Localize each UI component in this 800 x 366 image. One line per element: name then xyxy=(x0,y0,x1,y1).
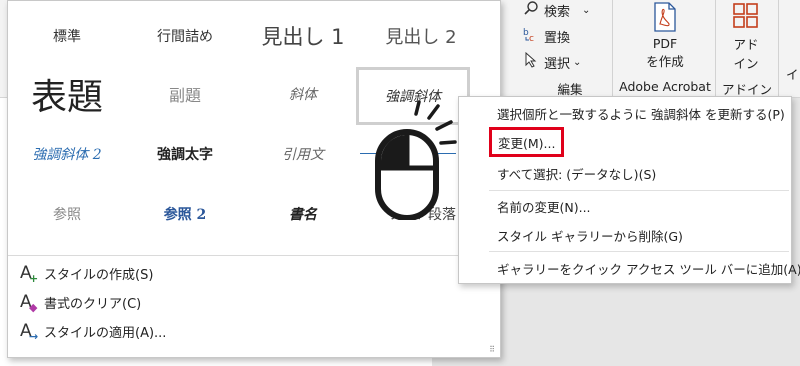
clear-formatting-label: 書式のクリア(C) xyxy=(44,296,142,312)
select-cursor-icon xyxy=(522,51,540,72)
addin-button[interactable]: アド イン xyxy=(724,2,768,74)
style-subtle-emphasis[interactable]: 斜体 xyxy=(244,65,362,123)
cut-off-label: イ xyxy=(786,67,799,82)
gallery-divider xyxy=(8,255,500,256)
style-title[interactable]: 表題 xyxy=(8,65,126,123)
search-label: 検索 xyxy=(544,4,571,20)
style-no-spacing[interactable]: 行間詰め xyxy=(126,7,244,65)
resize-grip-icon[interactable]: ⠿ xyxy=(489,345,495,354)
addin-button-line2: イン xyxy=(733,56,759,71)
style-strong[interactable]: 強調太字 xyxy=(126,125,244,183)
addin-button-line1: アド xyxy=(733,37,759,52)
svg-text:c: c xyxy=(529,34,534,42)
group-divider xyxy=(715,0,716,96)
menu-item-modify[interactable]: 変更(M)... xyxy=(489,127,565,157)
clear-formatting-icon: A ◆ xyxy=(20,292,38,314)
select-button[interactable]: 選択 ⌄ xyxy=(522,51,582,72)
style-book-title[interactable]: 書名 xyxy=(244,185,362,243)
search-button[interactable]: 検索 ⌄ xyxy=(522,0,590,20)
group-divider xyxy=(778,0,779,96)
menu-item-rename[interactable]: 名前の変更(N)... xyxy=(497,195,591,217)
menu-separator xyxy=(489,251,789,252)
create-style-icon: A + xyxy=(20,263,39,285)
replace-icon: bc xyxy=(522,26,540,46)
menu-item-update-to-match[interactable]: 選択個所と一致するように 強調斜体 を更新する(P) xyxy=(497,102,785,124)
style-intense-emphasis[interactable]: 強調斜体 2 xyxy=(8,125,126,183)
group-divider xyxy=(612,0,613,96)
chevron-down-icon: ⌄ xyxy=(573,56,582,68)
adobe-group-label: Adobe Acrobat xyxy=(619,79,711,94)
create-pdf-button[interactable]: PDF を作成 xyxy=(630,2,700,74)
create-style-label: スタイルの作成(S) xyxy=(44,267,154,283)
menu-item-remove-from-gallery[interactable]: スタイル ギャラリーから削除(G) xyxy=(497,224,683,246)
style-heading-2[interactable]: 見出し 2 xyxy=(362,7,480,65)
style-subtle-reference[interactable]: 参照 xyxy=(8,185,126,243)
style-quote[interactable]: 引用文 xyxy=(244,125,362,183)
select-label: 選択 xyxy=(544,56,571,72)
pdf-icon xyxy=(653,2,677,32)
addin-grid-icon xyxy=(732,2,760,30)
style-intense-reference[interactable]: 参照 2 xyxy=(126,185,244,243)
style-context-menu: 選択個所と一致するように 強調斜体 を更新する(P) 変更(M)... すべて選… xyxy=(458,96,800,284)
menu-separator xyxy=(489,190,789,191)
chevron-down-icon: ⌄ xyxy=(582,4,591,16)
style-normal[interactable]: 標準 xyxy=(8,7,126,65)
pdf-button-line1: PDF xyxy=(652,36,678,51)
replace-button[interactable]: bc 置換 xyxy=(522,26,570,46)
menu-item-select-all[interactable]: すべて選択: (データなし)(S) xyxy=(497,162,656,184)
apply-styles-label: スタイルの適用(A)... xyxy=(44,325,167,341)
menu-item-add-to-quick-access[interactable]: ギャラリーをクイック アクセス ツール バーに追加(A) xyxy=(497,257,800,279)
search-icon xyxy=(522,0,540,20)
style-subtitle[interactable]: 副題 xyxy=(126,65,244,123)
create-style-command[interactable]: A + スタイルの作成(S) xyxy=(20,262,154,285)
style-heading-1[interactable]: 見出し 1 xyxy=(244,7,362,65)
apply-styles-command[interactable]: A → スタイルの適用(A)... xyxy=(20,320,167,343)
apply-styles-icon: A → xyxy=(20,321,39,343)
replace-label: 置換 xyxy=(544,30,571,46)
clear-formatting-command[interactable]: A ◆ 書式のクリア(C) xyxy=(20,291,142,314)
pdf-button-line2: を作成 xyxy=(646,54,684,69)
